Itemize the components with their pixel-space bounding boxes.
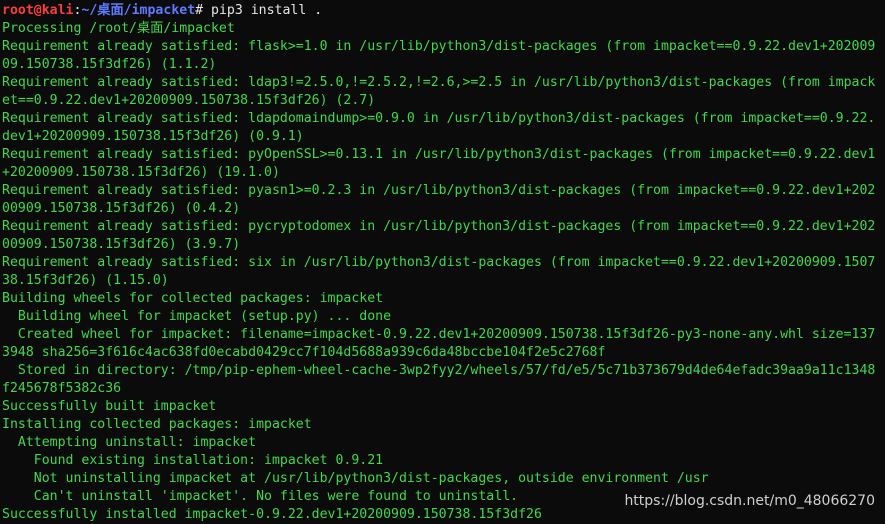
output-line: 00909.150738.15f3df26) (3.9.7) [2, 237, 241, 252]
output-line: 3948 sha256=3f616c4ac638fd0ecabd0429cc7f… [2, 345, 606, 360]
output-line: Found existing installation: impacket 0.… [2, 453, 384, 468]
output-line: Created wheel for impacket: filename=imp… [2, 327, 876, 342]
output-line: Attempting uninstall: impacket [2, 435, 257, 450]
output-line: Requirement already satisfied: pycryptod… [2, 219, 876, 234]
prompt-symbol: # [195, 3, 204, 18]
output-line: et==0.9.22.dev1+20200909.150738.15f3df26… [2, 93, 376, 108]
output-line: Building wheel for impacket (setup.py) .… [2, 309, 392, 324]
output-line: +20200909.150738.15f3df26) (19.1.0) [2, 165, 280, 180]
output-line: dev1+20200909.150738.15f3df26) (0.9.1) [2, 129, 304, 144]
output-line: Requirement already satisfied: flask>=1.… [2, 39, 876, 54]
output-line: Processing /root/桌面/impacket [2, 21, 235, 36]
output-line: Requirement already satisfied: six in /u… [2, 255, 876, 270]
terminal-window[interactable]: root@kali:~/桌面/impacket# pip3 install . … [0, 0, 885, 524]
output-line: Requirement already satisfied: pyOpenSSL… [2, 147, 876, 162]
prompt-command: pip3 install . [203, 3, 323, 18]
prompt-line: root@kali:~/桌面/impacket# pip3 install . [2, 2, 885, 20]
prompt-user-host: root@kali [2, 3, 74, 18]
output-line: 09.150738.15f3df26) (1.1.2) [2, 57, 217, 72]
output-line: Requirement already satisfied: ldap3!=2.… [2, 75, 876, 90]
output-line: Installing collected packages: impacket [2, 417, 312, 432]
output-line: Not uninstalling impacket at /usr/lib/py… [2, 471, 709, 486]
output-line: 00909.150738.15f3df26) (0.4.2) [2, 201, 241, 216]
output-line: Building wheels for collected packages: … [2, 291, 384, 306]
output-line: 38.15f3df26) (1.15.0) [2, 273, 169, 288]
output-line: Requirement already satisfied: pyasn1>=0… [2, 183, 876, 198]
output-line: Successfully built impacket [2, 399, 217, 414]
watermark-text: https://blog.csdn.net/m0_48066270 [624, 493, 875, 509]
prompt-path: ~/桌面/impacket [81, 3, 196, 18]
output-line: Stored in directory: /tmp/pip-ephem-whee… [2, 363, 876, 378]
output-line: f245678f5382c36 [2, 381, 122, 396]
output-line: Requirement already satisfied: ldapdomai… [2, 111, 876, 126]
